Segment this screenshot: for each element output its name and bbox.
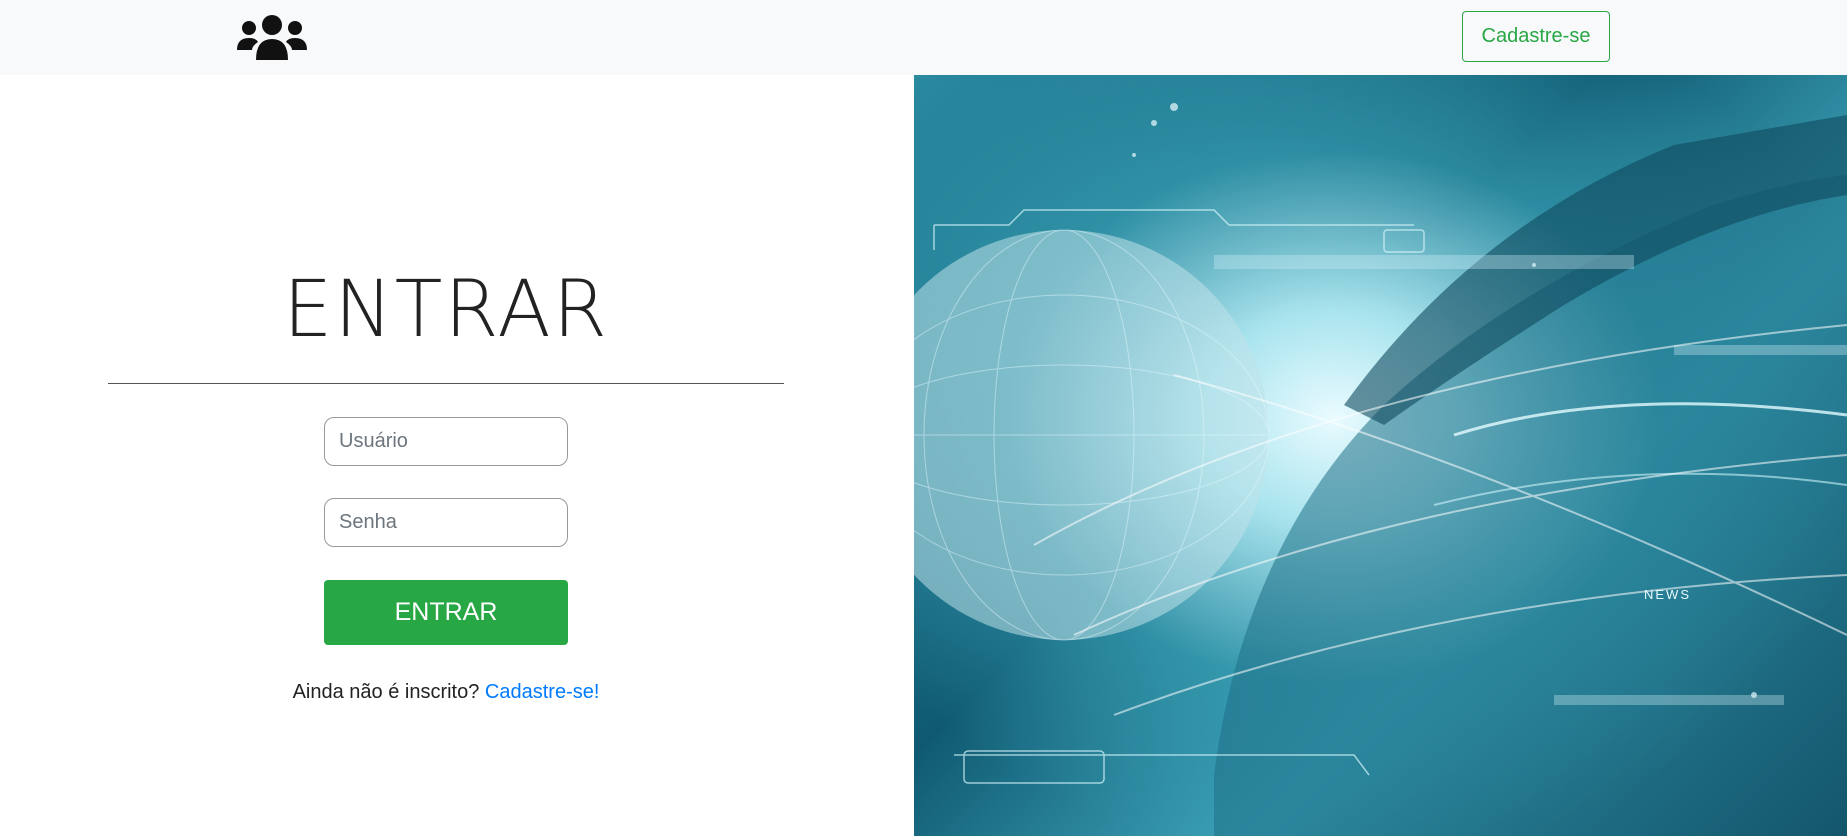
signup-link[interactable]: Cadastre-se! xyxy=(485,681,600,703)
login-submit-button[interactable]: ENTRAR xyxy=(324,580,568,645)
password-input[interactable] xyxy=(324,498,568,547)
hero-news-label: NEWS xyxy=(1644,587,1691,602)
signup-prompt: Ainda não é inscrito? Cadastre-se! xyxy=(0,681,892,704)
nav-signup-button[interactable]: Cadastre-se xyxy=(1462,11,1610,62)
hero-illustration: NEWS xyxy=(914,103,1847,836)
navbar: Cadastre-se xyxy=(0,0,1847,75)
page-title: ENTRAR xyxy=(283,265,609,355)
login-panel: ENTRAR ENTRAR Ainda não é inscrito? Cada… xyxy=(0,75,914,836)
title-divider xyxy=(108,383,784,384)
signup-prompt-text: Ainda não é inscrito? xyxy=(292,681,480,703)
username-input[interactable] xyxy=(324,417,568,466)
hero-image: NEWS xyxy=(914,75,1847,836)
users-icon[interactable] xyxy=(236,12,308,62)
